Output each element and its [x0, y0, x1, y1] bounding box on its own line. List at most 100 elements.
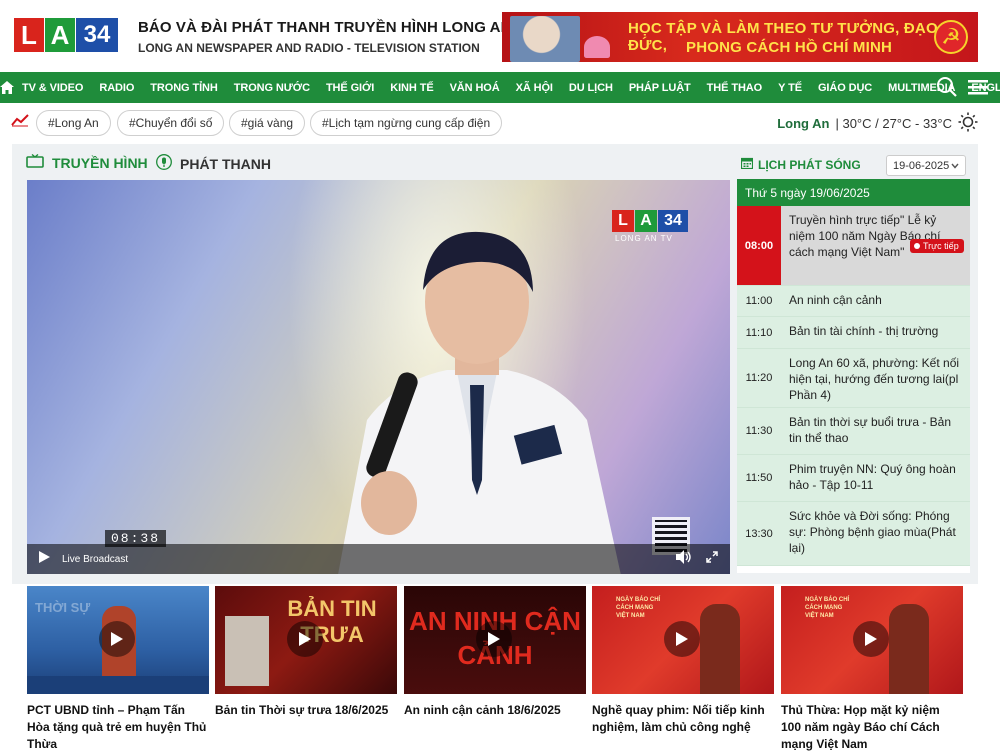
nav-item-trong-nuoc[interactable]: TRONG NƯỚC: [226, 82, 318, 94]
schedule-title: LỊCH PHÁT SÓNG: [740, 157, 861, 172]
thumbnail-caption: NGÀY BÁO CHÍ CÁCH MẠNG VIỆT NAM: [805, 597, 850, 619]
play-icon[interactable]: [853, 621, 889, 657]
schedule-time: 11:50: [745, 472, 773, 484]
schedule-time: 11:30: [745, 425, 773, 437]
nav-item-the-gioi[interactable]: THẾ GIỚI: [318, 82, 382, 94]
nav-item-tv-video[interactable]: TV & VIDEO: [14, 82, 91, 94]
news-thumbnail[interactable]: NGÀY BÁO CHÍ CÁCH MẠNG VIỆT NAM: [781, 586, 963, 694]
nav-item-du-lich[interactable]: DU LỊCH: [561, 82, 621, 94]
logo-letter-l: L: [14, 18, 44, 52]
channel-logo-l: L: [612, 210, 634, 232]
schedule-row[interactable]: 11:30 Bản tin thời sự buổi trưa - Bản ti…: [737, 408, 970, 455]
news-card[interactable]: AN NINH CẬN CẢNH An ninh cận cảnh 18/6/2…: [404, 586, 586, 719]
nav-item-the-thao[interactable]: THỂ THAO: [699, 82, 770, 94]
tag-long-an[interactable]: #Long An: [36, 110, 111, 136]
play-icon[interactable]: [287, 621, 323, 657]
main-nav: TV & VIDEO RADIO TRONG TỈNH TRONG NƯỚC T…: [0, 72, 1000, 103]
nav-item-xa-hoi[interactable]: XÃ HỘI: [508, 82, 561, 94]
volume-icon[interactable]: [676, 549, 692, 569]
nav-tools: [936, 76, 988, 103]
microphone-icon: [156, 154, 172, 173]
news-thumbnail[interactable]: BẢN TIN TRƯA: [215, 586, 397, 694]
tab-truyen-hinh-label: TRUYỀN HÌNH: [52, 154, 148, 171]
logo-number-34: 34: [76, 18, 118, 52]
nav-item-trong-tinh[interactable]: TRONG TỈNH: [142, 82, 225, 94]
nav-item-giao-duc[interactable]: GIÁO DỤC: [810, 82, 880, 94]
nav-item-y-te[interactable]: Y TẾ: [770, 82, 810, 94]
schedule-program: Phim truyện NN: Quý ông hoàn hảo - Tập 1…: [789, 462, 956, 492]
header-banner[interactable]: HỌC TẬP VÀ LÀM THEO TƯ TƯỞNG, ĐẠO ĐỨC, P…: [502, 12, 978, 62]
tag-gia-vang[interactable]: #giá vàng: [229, 110, 306, 136]
channel-logo-34: 34: [658, 210, 688, 232]
schedule-row[interactable]: 11:20 Long An 60 xã, phường: Kết nối hiệ…: [737, 349, 970, 408]
schedule-program: An ninh cận cảnh: [789, 293, 882, 307]
schedule-program: Long An 60 xã, phường: Kết nối hiện tại,…: [789, 356, 960, 402]
nav-item-van-hoa[interactable]: VĂN HOÁ: [442, 82, 508, 94]
news-title[interactable]: Nghề quay phim: Nối tiếp kinh nghiệm, là…: [592, 702, 774, 736]
nav-item-kinh-te[interactable]: KINH TẾ: [382, 82, 441, 94]
schedule-program: Bản tin thời sự buổi trưa - Bản tin thể …: [789, 415, 952, 445]
fullscreen-icon[interactable]: [706, 550, 718, 568]
schedule-row[interactable]: 11:10 Bản tin tài chính - thị trường: [737, 317, 970, 349]
nav-item-radio[interactable]: RADIO: [91, 82, 142, 94]
schedule-day-header: Thứ 5 ngày 19/06/2025: [737, 179, 970, 206]
schedule-time: 11:20: [745, 372, 773, 384]
news-thumbnail[interactable]: AN NINH CẬN CẢNH: [404, 586, 586, 694]
live-badge-label: Trực tiếp: [923, 241, 959, 251]
menu-icon[interactable]: [968, 79, 988, 100]
news-title[interactable]: Bản tin Thời sự trưa 18/6/2025: [215, 702, 397, 719]
weather-widget: Long An | 30°C / 27°C - 33°C: [777, 112, 978, 135]
news-ticker-bar: [27, 676, 209, 694]
home-icon[interactable]: [0, 81, 14, 94]
tab-phat-thanh[interactable]: PHÁT THANH: [156, 154, 271, 173]
news-title[interactable]: PCT UBND tỉnh – Phạm Tấn Hòa tặng quà tr…: [27, 702, 209, 753]
live-dot-icon: [914, 243, 920, 249]
schedule-program: Bản tin tài chính - thị trường: [789, 324, 939, 338]
thumbnail-caption: THỜI SỰ: [35, 600, 91, 615]
presenter-figure: [889, 604, 929, 694]
channel-logo-a: A: [635, 210, 657, 232]
nav-item-phap-luat[interactable]: PHÁP LUẬT: [621, 82, 699, 94]
video-player[interactable]: L A 34 LONG AN TV 08:38 Live Broadcast: [27, 180, 730, 574]
lotus-icon: [584, 36, 610, 58]
tag-chuyen-doi-so[interactable]: #Chuyển đổi số: [117, 110, 225, 136]
schedule-program: Sức khỏe và Đời sống: Phóng sự: Phòng bệ…: [789, 509, 956, 555]
schedule-row[interactable]: 13:30 Sức khỏe và Đời sống: Phóng sự: Ph…: [737, 502, 970, 566]
site-logo[interactable]: L A 34: [14, 18, 119, 52]
logo-letter-a: A: [45, 18, 75, 52]
tag-lich-cat-dien[interactable]: #Lịch tạm ngừng cung cấp điện: [310, 110, 503, 136]
singer-video-frame: [338, 231, 621, 574]
tv-icon: [26, 153, 44, 171]
play-icon[interactable]: [476, 621, 512, 657]
play-icon[interactable]: [664, 621, 700, 657]
banner-line2: PHONG CÁCH HỒ CHÍ MINH: [686, 39, 893, 56]
chevron-down-icon: [951, 160, 959, 172]
site-title: BÁO VÀ ĐÀI PHÁT THANH TRUYỀN HÌNH LONG A…: [138, 19, 512, 36]
tab-phat-thanh-label: PHÁT THANH: [180, 155, 271, 172]
news-thumbnail[interactable]: THỜI SỰ: [27, 586, 209, 694]
schedule-time: 11:10: [745, 326, 773, 339]
news-thumbnail[interactable]: NGÀY BÁO CHÍ CÁCH MẠNG VIỆT NAM: [592, 586, 774, 694]
channel-subtitle: LONG AN TV: [615, 234, 673, 243]
schedule-date-select[interactable]: 19-06-2025: [886, 155, 966, 176]
news-card[interactable]: THỜI SỰ PCT UBND tỉnh – Phạm Tấn Hòa tặn…: [27, 586, 209, 753]
trending-icon: [11, 113, 29, 132]
live-broadcast-label: Live Broadcast: [62, 553, 129, 565]
news-card[interactable]: BẢN TIN TRƯA Bản tin Thời sự trưa 18/6/2…: [215, 586, 397, 719]
channel-logo: L A 34: [612, 210, 689, 232]
play-icon[interactable]: [39, 550, 50, 568]
calendar-icon: [740, 157, 754, 172]
live-badge: Trực tiếp: [910, 239, 964, 253]
schedule-row[interactable]: 11:00 An ninh cận cảnh: [737, 286, 970, 317]
news-title[interactable]: An ninh cận cảnh 18/6/2025: [404, 702, 586, 719]
weather-city: Long An: [777, 116, 830, 131]
news-card[interactable]: NGÀY BÁO CHÍ CÁCH MẠNG VIỆT NAM Nghề qua…: [592, 586, 774, 736]
news-title[interactable]: Thủ Thừa: Họp mặt kỷ niệm 100 năm ngày B…: [781, 702, 963, 753]
tab-truyen-hinh[interactable]: TRUYỀN HÌNH: [26, 153, 148, 171]
play-icon[interactable]: [99, 621, 135, 657]
search-icon[interactable]: [936, 76, 958, 103]
schedule-row[interactable]: 11:50 Phim truyện NN: Quý ông hoàn hảo -…: [737, 455, 970, 502]
site-subtitle: LONG AN NEWSPAPER AND RADIO - TELEVISION…: [138, 41, 480, 55]
news-card[interactable]: NGÀY BÁO CHÍ CÁCH MẠNG VIỆT NAM Thủ Thừa…: [781, 586, 963, 753]
thumbnail-caption: NGÀY BÁO CHÍ CÁCH MẠNG VIỆT NAM: [616, 597, 661, 619]
